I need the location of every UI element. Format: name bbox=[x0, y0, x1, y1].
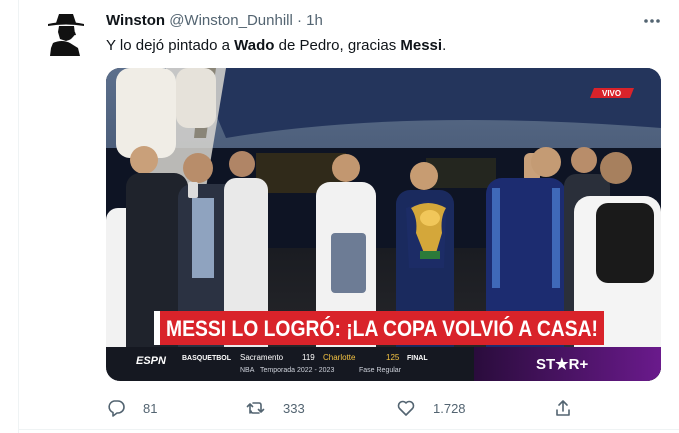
tweet-text-part: Y lo dejó pintado a bbox=[106, 37, 235, 54]
detective-silhouette-icon bbox=[42, 10, 90, 58]
phone bbox=[188, 182, 198, 198]
live-badge-label: VIVO bbox=[602, 89, 621, 98]
tweet-timestamp[interactable]: 1h bbox=[306, 12, 323, 29]
avatar[interactable] bbox=[42, 10, 90, 58]
reply-icon bbox=[108, 400, 125, 417]
tweet-actions: 81 333 1.728 bbox=[0, 396, 679, 420]
ticker-score2: 125 bbox=[386, 353, 400, 362]
tweet-text-bold-messi: Messi bbox=[400, 37, 443, 54]
share-icon bbox=[556, 400, 570, 416]
star-plus-logo: ST★R+ bbox=[536, 356, 588, 373]
reply-button[interactable]: 81 bbox=[106, 396, 157, 420]
retweet-button[interactable]: 333 bbox=[246, 396, 305, 420]
tweet-text: Y lo dejó pintado a Wado de Pedro, graci… bbox=[106, 36, 446, 56]
reply-count: 81 bbox=[143, 400, 158, 416]
ticker-league: NBA bbox=[240, 367, 255, 374]
author-handle[interactable]: @Winston_Dunhill bbox=[169, 12, 293, 29]
tweet-card[interactable]: Winston @Winston_Dunhill · 1h Y lo dejó … bbox=[0, 0, 679, 433]
like-button[interactable]: 1.728 bbox=[396, 396, 466, 420]
ticker-season: Temporada 2022 - 2023 bbox=[260, 367, 334, 374]
more-horizontal-icon bbox=[644, 19, 660, 23]
share-button[interactable] bbox=[553, 396, 573, 420]
ticker-team2: Charlotte bbox=[323, 353, 356, 362]
like-count: 1.728 bbox=[433, 400, 466, 416]
live-badge: VIVO bbox=[590, 88, 634, 98]
tweet-divider bbox=[18, 429, 679, 430]
heart-icon bbox=[397, 400, 415, 416]
ticker-team1: Sacramento bbox=[240, 353, 284, 362]
more-options-button[interactable] bbox=[641, 12, 663, 30]
author-name[interactable]: Winston bbox=[106, 12, 165, 29]
person-on-stairs bbox=[116, 68, 176, 158]
retweet-count: 333 bbox=[283, 400, 305, 416]
espn-logo: ESPN bbox=[136, 355, 167, 367]
tweet-header: Winston @Winston_Dunhill · 1h bbox=[106, 12, 323, 30]
video-frame: VIVO MESSI LO LOGRÓ: ¡LA COPA VOLVIÓ A C… bbox=[106, 68, 661, 381]
ticker-phase: Fase Regular bbox=[359, 367, 402, 374]
ticker-score1: 119 bbox=[302, 353, 315, 362]
retweet-icon bbox=[246, 402, 265, 414]
separator-dot: · bbox=[297, 12, 302, 29]
person-on-stairs bbox=[176, 68, 216, 128]
tweet-text-part: de Pedro, gracias bbox=[274, 37, 401, 54]
thread-divider bbox=[18, 0, 19, 433]
ticker-status: FINAL bbox=[407, 355, 428, 362]
ticker-sport: BASQUETBOL bbox=[182, 355, 232, 362]
headline-text: MESSI LO LOGRÓ: ¡LA COPA VOLVIÓ A CASA! bbox=[166, 316, 598, 341]
headline-banner-edge bbox=[154, 311, 160, 345]
tweet-text-bold-wado: Wado bbox=[234, 37, 275, 54]
tweet-media[interactable]: VIVO MESSI LO LOGRÓ: ¡LA COPA VOLVIÓ A C… bbox=[106, 68, 661, 381]
tweet-text-part: . bbox=[442, 37, 447, 54]
